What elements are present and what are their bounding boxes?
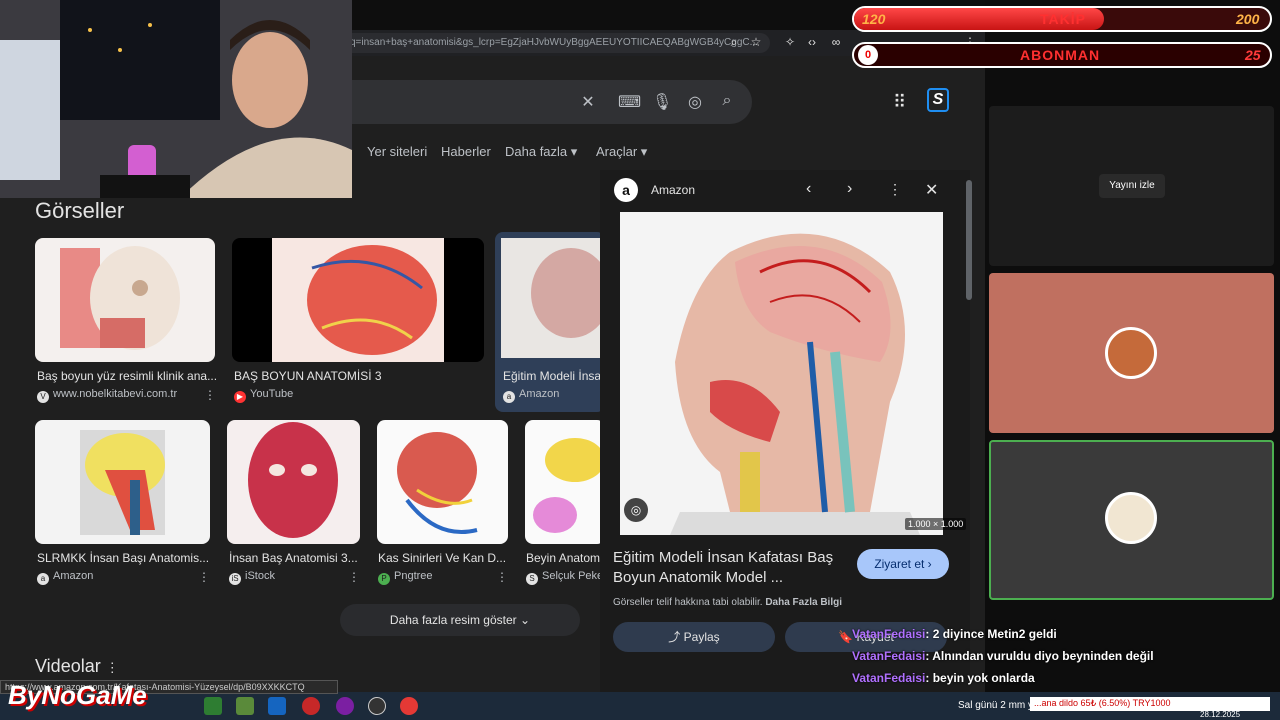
- tab-tools[interactable]: Araçlar ▾: [596, 144, 647, 160]
- lens-icon[interactable]: ◎: [624, 498, 648, 522]
- more-options-icon[interactable]: ⋮: [106, 660, 119, 675]
- bookmark-icon: 🔖: [838, 630, 854, 644]
- image-result-source: iS iStock: [229, 570, 275, 585]
- image-dimensions: 1.000 × 1.000: [905, 518, 967, 530]
- obs-icon[interactable]: [368, 697, 386, 715]
- source-favicon-icon: S: [526, 573, 538, 585]
- image-result-title[interactable]: SLRMKK İnsan Başı Anatomis...: [37, 551, 209, 565]
- show-more-images-button[interactable]: Daha fazla resim göster ⌄: [340, 604, 580, 636]
- tab-more[interactable]: Daha fazla ▾: [505, 144, 577, 160]
- amazon-icon: a: [503, 391, 515, 403]
- image-preview-panel: a Amazon ‹ › ⋮ ✕ ◎ 1.000 × 1.000 Eğitim …: [600, 170, 970, 692]
- microphone-icon[interactable]: 🎙: [652, 92, 672, 112]
- address-bar[interactable]: q=insan+baş+anatomisi&gs_lcrp=EgZjaHJvbW…: [340, 33, 770, 53]
- image-result-thumb[interactable]: [227, 420, 360, 544]
- image-result-title[interactable]: Baş boyun yüz resimli klinik ana...: [37, 369, 217, 383]
- amazon-icon: a: [614, 178, 638, 202]
- image-result-title[interactable]: Kas Sinirleri Ve Kan D...: [378, 551, 508, 565]
- source-favicon-icon: V: [37, 391, 49, 403]
- image-result-thumb[interactable]: [525, 420, 605, 544]
- visit-button[interactable]: Ziyaret et ›: [857, 549, 949, 579]
- pngtree-icon: P: [378, 573, 390, 585]
- more-options-icon[interactable]: ⋮: [204, 388, 216, 402]
- copyright-notice: Görseller telif hakkına tabi olabilir. D…: [613, 597, 842, 608]
- watch-stream-button[interactable]: Yayını izle: [1099, 174, 1165, 198]
- next-icon[interactable]: ›: [847, 180, 852, 198]
- bookmark-star-icon[interactable]: ☆: [748, 34, 764, 50]
- zoom-icon[interactable]: ⌕: [726, 34, 742, 50]
- more-options-icon[interactable]: ⋮: [198, 570, 210, 584]
- more-options-icon[interactable]: ⋮: [496, 570, 508, 584]
- image-result-thumb[interactable]: [35, 238, 215, 362]
- apps-grid-icon[interactable]: ⠿: [893, 92, 906, 113]
- previous-icon[interactable]: ‹: [806, 180, 811, 198]
- preview-source[interactable]: Amazon: [651, 183, 695, 197]
- section-title-videos: Videolar ⋮: [35, 656, 119, 676]
- preview-title[interactable]: Eğitim Modeli İnsan Kafatası Baş Boyun A…: [613, 548, 848, 588]
- share-icon: ⤴: [668, 630, 681, 644]
- sub-current: 0: [858, 45, 878, 65]
- image-result-thumb[interactable]: [35, 420, 210, 544]
- chevron-down-icon: ⌄: [520, 613, 531, 627]
- amazon-icon: a: [37, 573, 49, 585]
- lens-icon[interactable]: ◎: [685, 92, 705, 112]
- link-icon[interactable]: ∞: [828, 34, 844, 50]
- code-icon[interactable]: ‹›: [804, 34, 820, 50]
- avatar: [1105, 492, 1157, 544]
- profile-avatar[interactable]: S: [927, 88, 949, 112]
- chrome-app-icon[interactable]: [204, 697, 222, 715]
- image-result-thumb[interactable]: [377, 420, 508, 544]
- image-result-thumb[interactable]: [232, 238, 484, 362]
- app-icon[interactable]: [302, 697, 320, 715]
- app-icon[interactable]: [236, 697, 254, 715]
- app-icon[interactable]: [268, 697, 286, 715]
- avatar: [1105, 327, 1157, 379]
- image-result-title[interactable]: BAŞ BOYUN ANATOMİSİ 3: [234, 369, 484, 383]
- share-button[interactable]: ⤴ Paylaş: [613, 622, 775, 652]
- clear-search-icon[interactable]: ✕: [578, 92, 598, 112]
- section-title-images: Görseller: [35, 198, 125, 223]
- app-icon[interactable]: [400, 697, 418, 715]
- image-result-source: a Amazon: [37, 570, 93, 585]
- more-options-icon[interactable]: ⋮: [348, 570, 360, 584]
- webcam-overlay: [0, 0, 352, 198]
- extension-icon[interactable]: ✧: [782, 34, 798, 50]
- more-info-link[interactable]: Daha Fazla Bilgi: [765, 597, 842, 608]
- keyboard-icon[interactable]: ⌨: [618, 92, 641, 112]
- image-result-title[interactable]: İnsan Baş Anatomisi 3...: [229, 551, 359, 565]
- image-result-title[interactable]: Eğitim Modeli İnsan: [503, 369, 603, 383]
- donation-ticker: ...ana dildo 65₺ (6.50%) TRY1000: [1030, 697, 1270, 711]
- image-result-source: a Amazon: [503, 388, 559, 403]
- chat-message: VatanFedaisi: beyin yok onlarda: [852, 671, 1035, 685]
- more-options-icon[interactable]: ⋮: [888, 181, 902, 198]
- preview-image[interactable]: ◎: [620, 212, 943, 535]
- bynogame-logo: ByNoGaMe: [8, 680, 147, 710]
- image-result-source: S Selçuk Peke: [526, 570, 603, 585]
- image-result-source: ▶ YouTube: [234, 388, 293, 403]
- istock-icon: iS: [229, 573, 241, 585]
- image-result-source: Vwww.nobelkitabevi.com.tr: [37, 388, 177, 403]
- chat-message: VatanFedaisi: 2 diyince Metin2 geldi: [852, 627, 1057, 641]
- image-result-selected[interactable]: [495, 232, 605, 412]
- image-result-title[interactable]: Beyin Anatomi: [526, 551, 604, 565]
- scrollbar[interactable]: [966, 180, 972, 300]
- sub-label: ABONMAN: [1020, 47, 1101, 63]
- weather-tray[interactable]: Sal günü 2 mm y...: [958, 700, 1041, 711]
- close-icon[interactable]: ✕: [925, 180, 938, 200]
- tab-news[interactable]: Haberler: [441, 144, 491, 159]
- preview-header: a Amazon ‹ › ⋮ ✕: [600, 170, 970, 210]
- follow-goal: 200: [1236, 11, 1260, 27]
- follow-current: 120: [862, 11, 886, 27]
- search-icon[interactable]: ⌕: [717, 92, 737, 110]
- chat-message: VatanFedaisi: Alnından vuruldu diyo beyn…: [852, 649, 1154, 663]
- follow-label: TAKİP: [1040, 11, 1086, 27]
- image-result-source: P Pngtree: [378, 570, 433, 585]
- youtube-icon: ▶: [234, 391, 246, 403]
- sub-goal: 25: [1245, 47, 1261, 63]
- taskbar-date[interactable]: 28.12.2025: [1200, 710, 1240, 719]
- app-icon[interactable]: [336, 697, 354, 715]
- tab-local[interactable]: Yer siteleri: [367, 144, 427, 159]
